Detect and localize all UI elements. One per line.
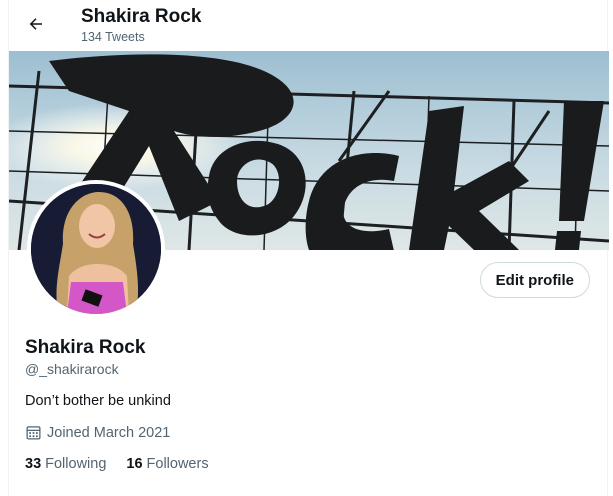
profile-page: Shakira Rock 134 Tweets Edit profile Sha… [8, 0, 609, 496]
avatar[interactable] [27, 180, 165, 318]
arrow-left-icon [29, 18, 42, 30]
profile-name: Shakira Rock [25, 337, 146, 358]
back-button[interactable] [21, 9, 51, 39]
edit-profile-button[interactable]: Edit profile [479, 262, 590, 298]
header-title-block: Shakira Rock 134 Tweets [81, 6, 201, 45]
joined-label: Joined March 2021 [47, 424, 171, 441]
followers-count: 16 [126, 456, 143, 472]
profile-header: Shakira Rock 134 Tweets [9, 0, 607, 50]
profile-bio: Don’t bother be unkind [25, 393, 171, 409]
tweet-count: 134 Tweets [81, 30, 145, 44]
followers-link[interactable]: 16 Followers [126, 456, 208, 472]
follow-stats: 33 Following 16 Followers [25, 456, 209, 472]
calendar-icon [26, 426, 41, 440]
avatar-image [31, 184, 161, 314]
following-label: Following [45, 456, 107, 472]
followers-label: Followers [146, 456, 209, 472]
page-title: Shakira Rock [81, 6, 202, 27]
following-link[interactable]: 33 Following [25, 456, 106, 472]
following-count: 33 [25, 456, 42, 472]
joined-date: Joined March 2021 [25, 424, 170, 441]
profile-handle: @_shakirarock [25, 361, 119, 377]
